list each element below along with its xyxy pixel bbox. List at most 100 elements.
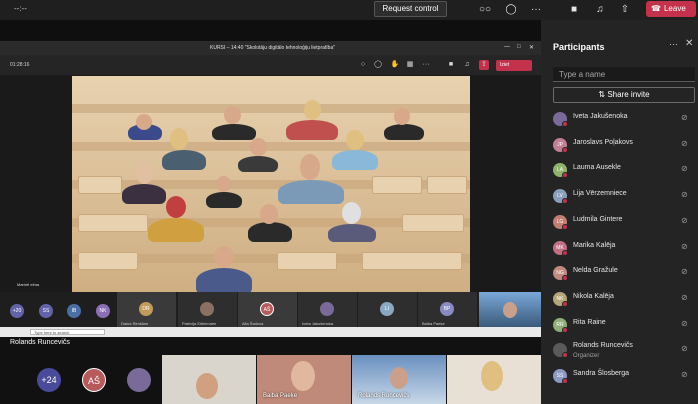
busy-status-icon: [562, 198, 568, 205]
participant-name: Jaroslavs Poļakovs: [573, 138, 633, 146]
strip-avatar[interactable]: IB: [67, 304, 81, 318]
video-tile[interactable]: Baiba Paeķe: [257, 355, 351, 404]
person: [162, 150, 206, 170]
mic-icon[interactable]: ♫: [592, 2, 608, 17]
inner-rooms-icon[interactable]: ▦: [405, 60, 415, 70]
video-tile[interactable]: [162, 355, 256, 404]
strip-tile[interactable]: BP Baiba Paeķe: [418, 292, 477, 327]
maximize-icon[interactable]: □: [517, 44, 521, 50]
participant-avatar[interactable]: AŠ: [82, 368, 106, 392]
busy-status-icon: [562, 249, 568, 256]
people-icon[interactable]: ○○: [477, 2, 493, 17]
seat: [402, 214, 464, 232]
strip-tile[interactable]: DR Daina Rimšāne: [117, 292, 176, 327]
person-head: [136, 114, 152, 130]
strip-tile-video[interactable]: [479, 292, 541, 327]
participant-search-input[interactable]: Type a name: [553, 67, 695, 82]
participant-row[interactable]: MK Marika Kalēja ⊘: [553, 239, 698, 259]
mic-muted-icon: ⊘: [681, 113, 688, 122]
inner-titlebar: KURSI – 14:40 "Skolotāju digitālo tehnol…: [0, 41, 541, 55]
person-head: [136, 162, 153, 184]
participant-row[interactable]: RR Rita Raine ⊘: [553, 316, 698, 336]
inner-leave-button[interactable]: Iziet: [496, 60, 532, 71]
inner-more-icon[interactable]: ···: [421, 60, 431, 70]
overflow-avatar[interactable]: +24: [37, 368, 61, 392]
more-icon[interactable]: ···: [528, 2, 544, 17]
inner-camera-icon[interactable]: ■: [446, 60, 456, 70]
person: [212, 124, 256, 140]
video-tile[interactable]: [447, 355, 541, 404]
participant-row[interactable]: Rolands Runcevičs Organizer ⊘: [553, 341, 698, 361]
request-control-button[interactable]: Request control: [374, 1, 447, 17]
participants-panel: Participants Type a name ⇅ Share invite …: [541, 20, 698, 404]
person-head: [481, 361, 503, 391]
leave-button[interactable]: ☎ Leave: [646, 1, 696, 17]
mic-muted-icon: ⊘: [681, 164, 688, 174]
share-invite-icon: ⇅: [598, 90, 606, 99]
video-tile-label: Rolands Runcevičs: [358, 393, 410, 399]
strip-tile[interactable]: Patricija Ešteimaire: [178, 292, 237, 327]
close-icon[interactable]: ✕: [685, 38, 693, 49]
busy-status-icon: [562, 300, 568, 307]
participant-name: Lija Vērzemniece: [573, 190, 627, 198]
participant-row[interactable]: LG Ludmila Gintere ⊘: [553, 213, 698, 233]
strip-avatar[interactable]: SS: [39, 304, 53, 318]
meeting-toolbar: --:-- Request control ○○ ◯ ··· ■ ♫ ⇧ ☎ Le…: [0, 0, 698, 20]
participant-row[interactable]: SS Sandra Šlosberga ⊘: [553, 367, 698, 387]
person: [332, 150, 378, 170]
participant-name: Ludmila Gintere: [573, 215, 623, 223]
participant-row[interactable]: Iveta Jakušenoka ⊘: [553, 110, 698, 130]
person-head: [291, 361, 315, 391]
inner-mic-icon[interactable]: ♫: [462, 60, 472, 70]
mic-muted-icon: ⊘: [681, 370, 688, 379]
participant-row[interactable]: NK Nikola Kalēja ⊘: [553, 290, 698, 310]
camera-icon[interactable]: ■: [566, 2, 582, 17]
close-icon[interactable]: ✕: [529, 44, 534, 51]
strip-overflow[interactable]: +20: [10, 304, 24, 318]
taskbar-search-input[interactable]: Type here to search: [30, 329, 105, 335]
strip-tile[interactable]: AŠ Alla Šaduva: [238, 292, 297, 327]
inner-meeting-bar: 01:28:16 ○ ◯ ✋ ▦ ··· ■ ♫ ⇧ Iziet: [0, 55, 541, 75]
strip-avatar[interactable]: NK: [96, 304, 110, 318]
inner-chat-icon[interactable]: ◯: [373, 60, 383, 70]
inner-share-icon[interactable]: ⇧: [479, 60, 489, 70]
participant-name: Marika Kalēja: [573, 241, 616, 249]
video-tile-label: Baiba Paeķe: [263, 393, 298, 399]
shared-screen-top: [0, 20, 541, 41]
mic-muted-icon: ⊘: [681, 318, 688, 328]
strip-tile-avatar: LI: [380, 302, 394, 316]
presenter-name: Marinē elma: [17, 282, 40, 287]
participant-photo-avatar[interactable]: [127, 368, 151, 392]
strip-tile-label: Patricija Ešteimaire: [182, 321, 217, 326]
seat: [78, 214, 148, 232]
panel-more-icon[interactable]: ···: [669, 39, 678, 49]
minimize-icon[interactable]: —: [504, 44, 510, 50]
mic-muted-icon: ⊘: [681, 138, 688, 148]
video-tile[interactable]: Rolands Runcevičs: [352, 355, 446, 404]
strip-tile[interactable]: Iveta Jakušenoka: [298, 292, 357, 327]
row-band: [72, 104, 470, 113]
person: [278, 180, 344, 204]
person-head: [304, 100, 321, 120]
inner-hand-icon[interactable]: ✋: [390, 60, 400, 70]
busy-status-icon: [562, 352, 568, 359]
person-head: [224, 106, 241, 124]
chat-icon[interactable]: ◯: [503, 2, 519, 17]
participant-row[interactable]: JP Jaroslavs Poļakovs ⊘: [553, 136, 698, 156]
strip-tile[interactable]: LI: [358, 292, 417, 327]
row-band: [72, 142, 470, 151]
inner-window-caption: KURSI – 14:40 "Skolotāju digitālo tehnol…: [210, 45, 336, 51]
busy-status-icon: [562, 378, 568, 384]
participant-row[interactable]: NG Nelda Gražule ⊘: [553, 264, 698, 284]
strip-tile-label: Daina Rimšāne: [121, 321, 149, 326]
auditorium-video: [72, 76, 470, 294]
seat: [277, 252, 337, 270]
inner-people-icon[interactable]: ○: [358, 60, 368, 70]
share-icon[interactable]: ⇧: [617, 2, 633, 17]
share-invite-button[interactable]: ⇅ Share invite: [553, 87, 695, 103]
person-head: [342, 202, 361, 224]
person-head: [503, 302, 517, 318]
participant-row[interactable]: LA Lauma Ausekle ⊘: [553, 161, 698, 181]
person-head: [170, 128, 188, 150]
participant-row[interactable]: LV Lija Vērzemniece ⊘: [553, 187, 698, 207]
